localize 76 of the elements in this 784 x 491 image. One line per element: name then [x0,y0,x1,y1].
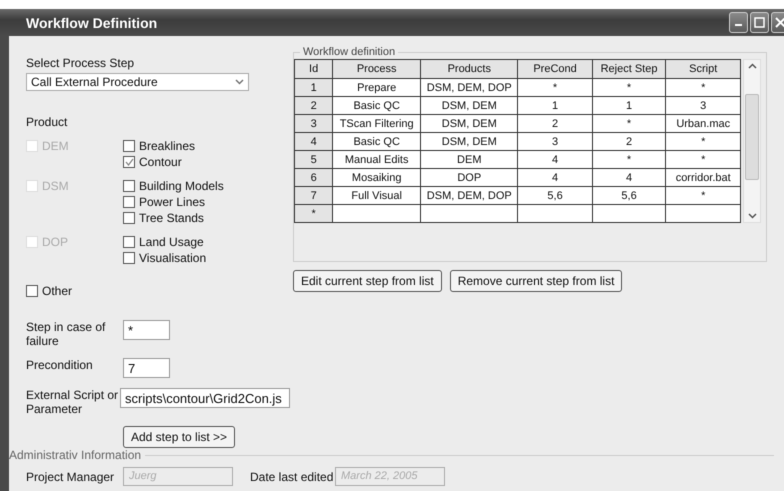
field-label: Select Process Step [26,56,136,70]
table-cell: DSM, DEM, DOP [420,186,518,204]
maximize-button[interactable] [750,12,769,33]
section-title: Administrativ Information [9,448,142,462]
table-cell: DSM, DEM [420,132,518,150]
process-step-dropdown[interactable]: Call External Procedure [26,73,249,91]
section-label: Product [26,115,68,129]
column-header[interactable]: Reject Step [592,60,666,78]
table-cell: DSM, DEM [420,114,518,132]
table-cell: 4 [592,168,666,186]
field-label: Project Manager [26,470,116,484]
step-button[interactable]: Remove current step from list [450,270,622,292]
chevron-down-icon [235,79,244,85]
table-cell: 1 [294,78,333,96]
checkmark-icon [124,158,134,166]
table-cell: 2 [518,114,592,132]
table-cell: TScan Filtering [332,114,421,132]
table-cell: * [592,150,666,168]
scrollbar[interactable] [743,59,761,223]
readonly-field: March 22, 2005 [335,467,445,486]
table-cell: 3 [518,132,592,150]
column-header[interactable]: Process [332,60,421,78]
add-step-button[interactable]: Add step to list >> [123,426,236,448]
table-cell: 1 [518,96,592,114]
table-cell: 6 [294,168,333,186]
window-title: Workflow Definition [26,14,158,30]
table-cell: 3 [666,96,740,114]
field-label: Step in case of failure [26,320,106,348]
readonly-field: Juerg [123,467,233,486]
table-cell: 2 [294,96,333,114]
maximize-icon [754,17,765,28]
table-cell: * [518,78,592,96]
table-cell: * [666,132,740,150]
table-cell: 1 [592,96,666,114]
table-cell: DSM, DEM, DOP [420,78,518,96]
table-cell: Manual Edits [332,150,421,168]
input-field[interactable]: * [123,320,170,340]
input-field[interactable]: scripts\contour\Grid2Con.js [120,388,290,408]
table-cell: 4 [518,168,592,186]
column-header[interactable]: PreCond [518,60,592,78]
column-header[interactable]: Script [666,60,740,78]
group-title: Workflow definition [302,46,396,58]
table-cell: * [666,78,740,96]
table-cell: * [592,114,666,132]
table-cell: 5,6 [518,186,592,204]
table-cell: 2 [592,132,666,150]
table-cell: Mosaiking [332,168,421,186]
field-label: Date last edited [250,470,334,484]
table-cell: corridor.bat [666,168,740,186]
table-cell: 5,6 [592,186,666,204]
column-header[interactable]: Products [420,60,518,78]
table-cell: * [666,186,740,204]
field-label: Precondition [26,358,94,372]
table-cell: Basic QC [332,132,421,150]
table-cell: 5 [294,150,333,168]
table-cell: 3 [294,114,333,132]
step-button[interactable]: Edit current step from list [293,270,442,292]
table-cell: DSM, DEM [420,96,518,114]
table-cell: Basic QC [332,96,421,114]
table-cell: 4 [518,150,592,168]
table-cell: DOP [420,168,518,186]
table-cell: Urban.mac [666,114,740,132]
minimize-button[interactable] [729,12,748,33]
field-label: External Script or Parameter [26,388,120,416]
table-cell: DEM [420,150,518,168]
table-cell: Prepare [332,78,421,96]
table-cell: * [592,78,666,96]
table-cell: * [294,204,333,222]
input-field[interactable]: 7 [123,358,170,378]
table-cell: 7 [294,186,333,204]
column-header[interactable]: Id [294,60,333,78]
table-cell: Full Visual [332,186,421,204]
table-cell: * [666,150,740,168]
close-icon [775,17,784,28]
table-cell: 4 [294,132,333,150]
checkbox[interactable]: Other [26,283,290,298]
